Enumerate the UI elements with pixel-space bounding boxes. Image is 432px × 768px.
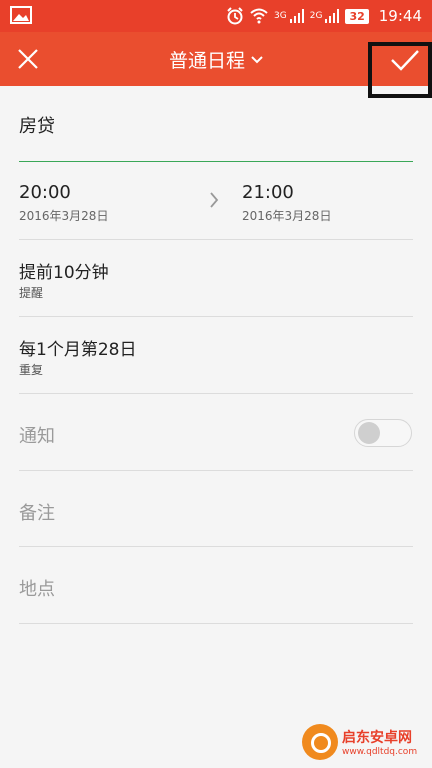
network-type-label: 3G: [274, 11, 287, 21]
watermark: 启东安卓网 www.qdltdq.com: [302, 716, 432, 768]
divider: [19, 316, 413, 317]
start-date: 2016年3月28日: [19, 209, 109, 223]
page-title: 普通日程: [168, 49, 245, 72]
divider: [19, 393, 413, 394]
start-time: 20:00: [19, 182, 71, 203]
location-field[interactable]: 地点: [19, 575, 55, 601]
notes-field[interactable]: 备注: [19, 499, 55, 525]
chevron-right-icon: [210, 192, 219, 208]
reminder-label: 提醒: [19, 286, 44, 300]
chevron-down-icon: [251, 56, 263, 64]
notify-toggle[interactable]: [354, 419, 412, 447]
end-time: 21:00: [242, 182, 294, 203]
status-bar: 3G 2G 32 19:44: [0, 0, 432, 32]
watermark-logo-icon: [302, 724, 338, 760]
signal-icon: [289, 9, 304, 23]
network-type-label-2: 2G: [309, 11, 323, 21]
watermark-url: www.qdltdq.com: [342, 747, 418, 757]
end-date: 2016年3月28日: [242, 209, 332, 223]
repeat-label: 重复: [19, 363, 44, 377]
time-range-row: 20:00 2016年3月28日 21:00 2016年3月28日: [19, 162, 413, 240]
wifi-icon: [250, 8, 268, 24]
divider: [19, 470, 413, 471]
start-time-picker[interactable]: 20:00 2016年3月28日: [19, 182, 108, 224]
event-title-input[interactable]: 房贷: [19, 112, 55, 138]
event-form: 房贷 20:00 2016年3月28日 21:00 2016年3月28日 提前1…: [0, 86, 432, 768]
battery-indicator: 32: [345, 8, 369, 24]
alarm-icon: [227, 7, 243, 25]
repeat-value: 每1个月第28日: [19, 340, 137, 360]
reminder-value: 提前10分钟: [19, 263, 109, 283]
divider: [19, 239, 413, 240]
check-icon[interactable]: [388, 44, 422, 76]
signal-icon-2: [325, 9, 340, 23]
notify-label: 通知: [19, 426, 55, 447]
watermark-name: 启东安卓网: [342, 730, 412, 746]
end-time-picker[interactable]: 21:00 2016年3月28日: [242, 182, 331, 224]
toggle-knob: [358, 422, 380, 444]
status-time: 19:44: [378, 7, 422, 25]
image-icon: [10, 6, 32, 24]
divider: [19, 623, 413, 624]
divider: [19, 546, 413, 547]
